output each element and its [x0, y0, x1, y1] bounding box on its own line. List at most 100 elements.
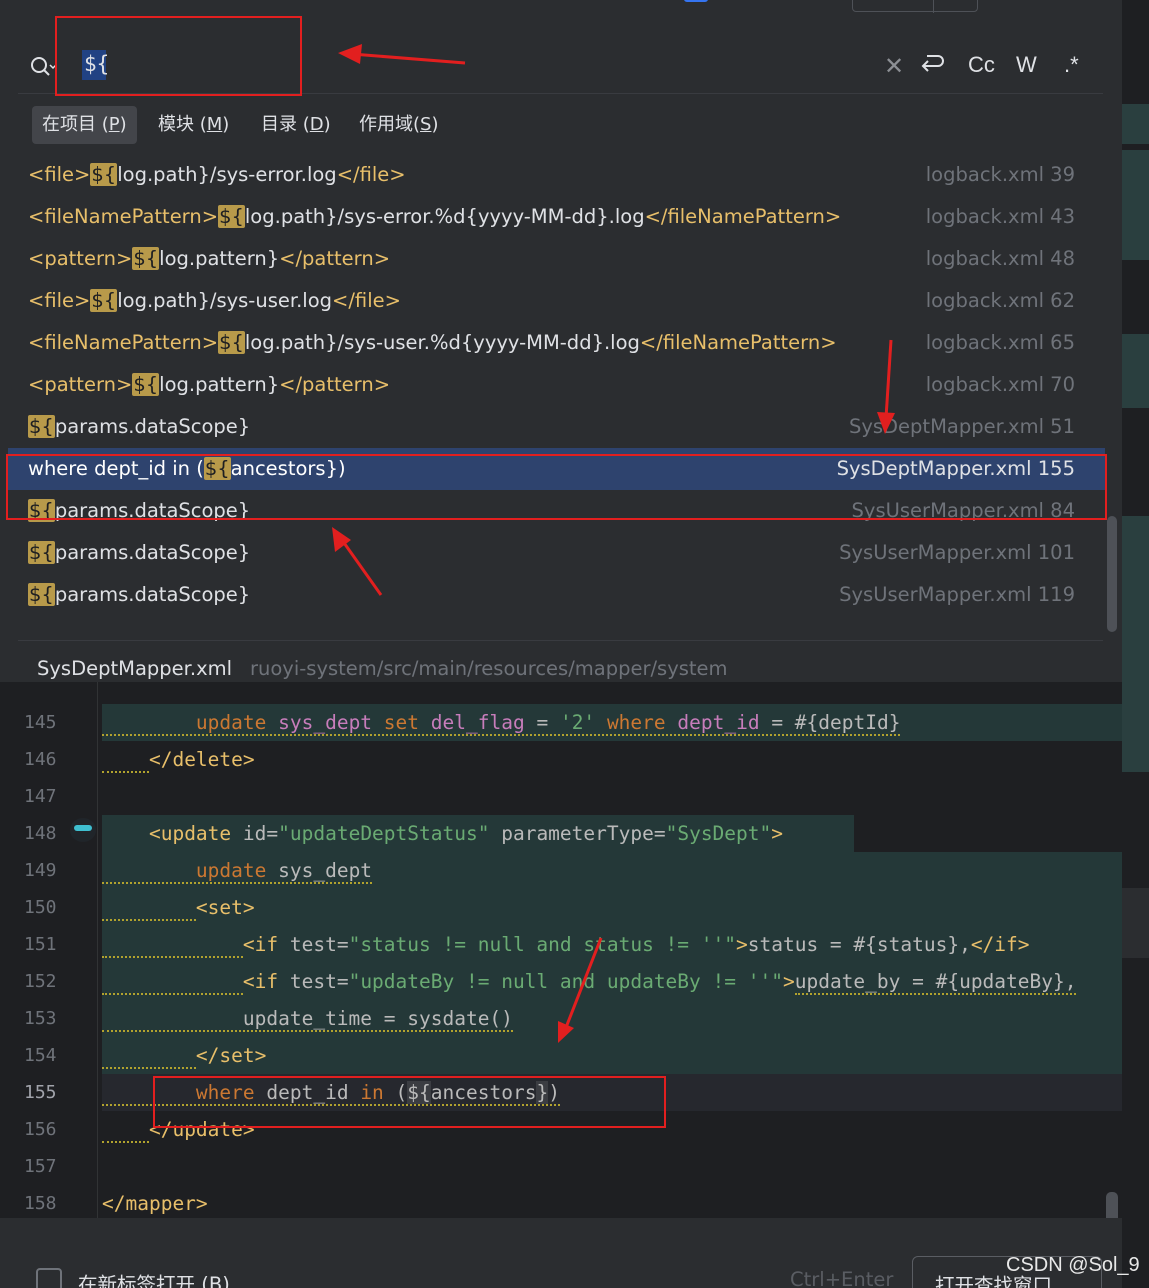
open-in-new-tab-label: 在新标签打开 (B) — [78, 1268, 230, 1288]
result-file-location: SysDeptMapper.xml 51 — [848, 415, 1075, 438]
result-file-location: SysUserMapper.xml 119 — [839, 583, 1075, 606]
line-number: 147 — [24, 786, 57, 807]
tab-mnemonic: D — [309, 114, 324, 135]
vertical-scrollbar[interactable] — [1106, 1192, 1118, 1218]
result-file-location: logback.xml 62 — [925, 289, 1075, 312]
tab-module[interactable]: 模块 (M) — [148, 106, 239, 144]
result-file-location: logback.xml 43 — [925, 205, 1075, 228]
snippet-text: log.path}/sys-user.%d{yyyy-MM-dd}.log — [244, 331, 640, 354]
background-strip — [1122, 334, 1149, 408]
background-strip — [1122, 104, 1149, 144]
search-result-row[interactable]: <fileNamePattern>${log.path}/sys-error.%… — [8, 196, 1105, 238]
code-line: <if test="status != null and status != '… — [102, 926, 1122, 963]
tab-mnemonic: P — [108, 114, 120, 135]
line-number: 153 — [24, 1008, 57, 1029]
line-number: 154 — [24, 1045, 57, 1066]
xml-tag: <pattern> — [28, 373, 133, 396]
snippet-text: params.dataScope} — [54, 541, 251, 564]
result-file-location: SysUserMapper.xml 101 — [839, 541, 1075, 564]
result-snippet: ${params.dataScope} — [28, 406, 250, 448]
xml-tag: </file> — [336, 163, 406, 186]
snippet-text: log.pattern} — [159, 373, 280, 396]
result-file-location: logback.xml 65 — [925, 331, 1075, 354]
line-number: 157 — [24, 1156, 57, 1177]
code-line: </mapper> — [102, 1192, 208, 1215]
code-preview-editor[interactable]: 145 146 147 148 149 150 151 152 153 154 155 156 157 1… — [0, 682, 1122, 1218]
search-result-row[interactable]: <fileNamePattern>${log.path}/sys-user.%d… — [8, 322, 1105, 364]
snippet-text: log.path}/sys-error.log — [117, 163, 337, 186]
tab-label: 模块 — [158, 114, 194, 135]
search-result-row[interactable]: ${params.dataScope} SysUserMapper.xml 101 — [8, 532, 1105, 574]
background-strip — [1122, 516, 1149, 772]
snippet-text: log.path}/sys-user.log — [117, 289, 333, 312]
line-number: 146 — [24, 749, 57, 770]
line-number: 155 — [24, 1082, 57, 1103]
author-avatar-icon[interactable] — [70, 818, 96, 842]
line-number: 158 — [24, 1193, 57, 1214]
line-number-gutter: 145 146 147 148 149 150 151 152 153 154 155 156 157 1… — [0, 682, 98, 1218]
label-text: 在新标签打开 — [78, 1273, 196, 1288]
line-number: 152 — [24, 971, 57, 992]
open-in-new-tab-checkbox[interactable] — [36, 1268, 62, 1288]
result-snippet: <pattern>${log.pattern}</pattern> — [28, 364, 390, 406]
match-case-toggle[interactable]: Cc — [968, 52, 995, 78]
search-result-row[interactable]: <file>${log.path}/sys-error.log</file> lo… — [8, 154, 1105, 196]
regex-toggle[interactable]: .* — [1064, 52, 1079, 78]
xml-tag: </file> — [332, 289, 401, 312]
new-line-icon[interactable] — [918, 50, 944, 76]
line-number: 156 — [24, 1119, 57, 1140]
toolbar-button-group[interactable] — [852, 0, 978, 13]
popup-footer: 在新标签打开 (B) Ctrl+Enter 打开查找窗口 — [0, 1242, 1122, 1288]
search-result-row[interactable]: <pattern>${log.pattern}</pattern> logback… — [8, 238, 1105, 280]
snippet-text: log.path}/sys-error.%d{yyyy-MM-dd}.log — [244, 205, 645, 228]
code-line: update_time = sysdate() — [102, 1000, 1122, 1037]
xml-tag: </fileNamePattern> — [639, 331, 837, 354]
background-strip — [1122, 888, 1149, 958]
result-file-location: logback.xml 48 — [925, 247, 1075, 270]
tab-mnemonic: M — [206, 114, 223, 135]
tab-scope[interactable]: 作用域(S) — [349, 106, 449, 144]
line-number: 148 — [24, 823, 57, 844]
whole-words-toggle[interactable]: W — [1016, 52, 1037, 78]
tab-label: 作用域 — [359, 114, 413, 135]
snippet-text: params.dataScope} — [54, 415, 251, 438]
result-snippet: <pattern>${log.pattern}</pattern> — [28, 238, 390, 280]
line-number: 150 — [24, 897, 57, 918]
xml-tag: </pattern> — [279, 247, 391, 270]
search-result-row[interactable]: <pattern>${log.pattern}</pattern> logback… — [8, 364, 1105, 406]
xml-tag: </pattern> — [279, 373, 391, 396]
result-snippet: ${params.dataScope} — [28, 574, 250, 616]
annotation-box — [153, 1076, 666, 1128]
match-highlight: ${ — [218, 331, 245, 354]
tab-in-project[interactable]: 在项目 (P) — [32, 106, 137, 144]
match-highlight: ${ — [28, 583, 55, 606]
code-line: </set> — [102, 1037, 1122, 1074]
search-icon[interactable] — [30, 56, 56, 78]
preview-file-name: SysDeptMapper.xml — [37, 657, 233, 680]
search-result-row[interactable]: ${params.dataScope} SysDeptMapper.xml 51 — [8, 406, 1105, 448]
code-line: </delete> — [102, 741, 1122, 778]
result-file-location: logback.xml 70 — [925, 373, 1075, 396]
line-number: 145 — [24, 712, 57, 733]
code-line: <update id="updateDeptStatus" parameterT… — [102, 815, 854, 852]
result-snippet: <fileNamePattern>${log.path}/sys-error.%… — [28, 196, 841, 238]
code-line: update sys_dept set del_flag = '2' where… — [102, 704, 1122, 741]
match-highlight: ${ — [28, 541, 55, 564]
notification-indicator — [684, 0, 708, 2]
preview-file-path: ruoyi-system/src/main/resources/mapper/s… — [250, 657, 728, 680]
snippet-text: log.pattern} — [159, 247, 280, 270]
tab-mnemonic: S — [420, 114, 432, 135]
search-result-row[interactable]: <file>${log.path}/sys-user.log</file> log… — [8, 280, 1105, 322]
result-snippet: ${params.dataScope} — [28, 532, 250, 574]
tab-directory[interactable]: 目录 (D) — [251, 106, 341, 144]
results-scrollbar[interactable] — [1107, 516, 1117, 632]
line-number: 151 — [24, 934, 57, 955]
match-highlight: ${ — [218, 205, 245, 228]
search-result-row[interactable]: ${params.dataScope} SysUserMapper.xml 119 — [8, 574, 1105, 616]
clear-icon[interactable]: ✕ — [884, 52, 904, 81]
xml-tag: <fileNamePattern> — [28, 331, 219, 354]
snippet-text: params.dataScope} — [54, 583, 251, 606]
shortcut-hint: Ctrl+Enter — [790, 1268, 894, 1288]
